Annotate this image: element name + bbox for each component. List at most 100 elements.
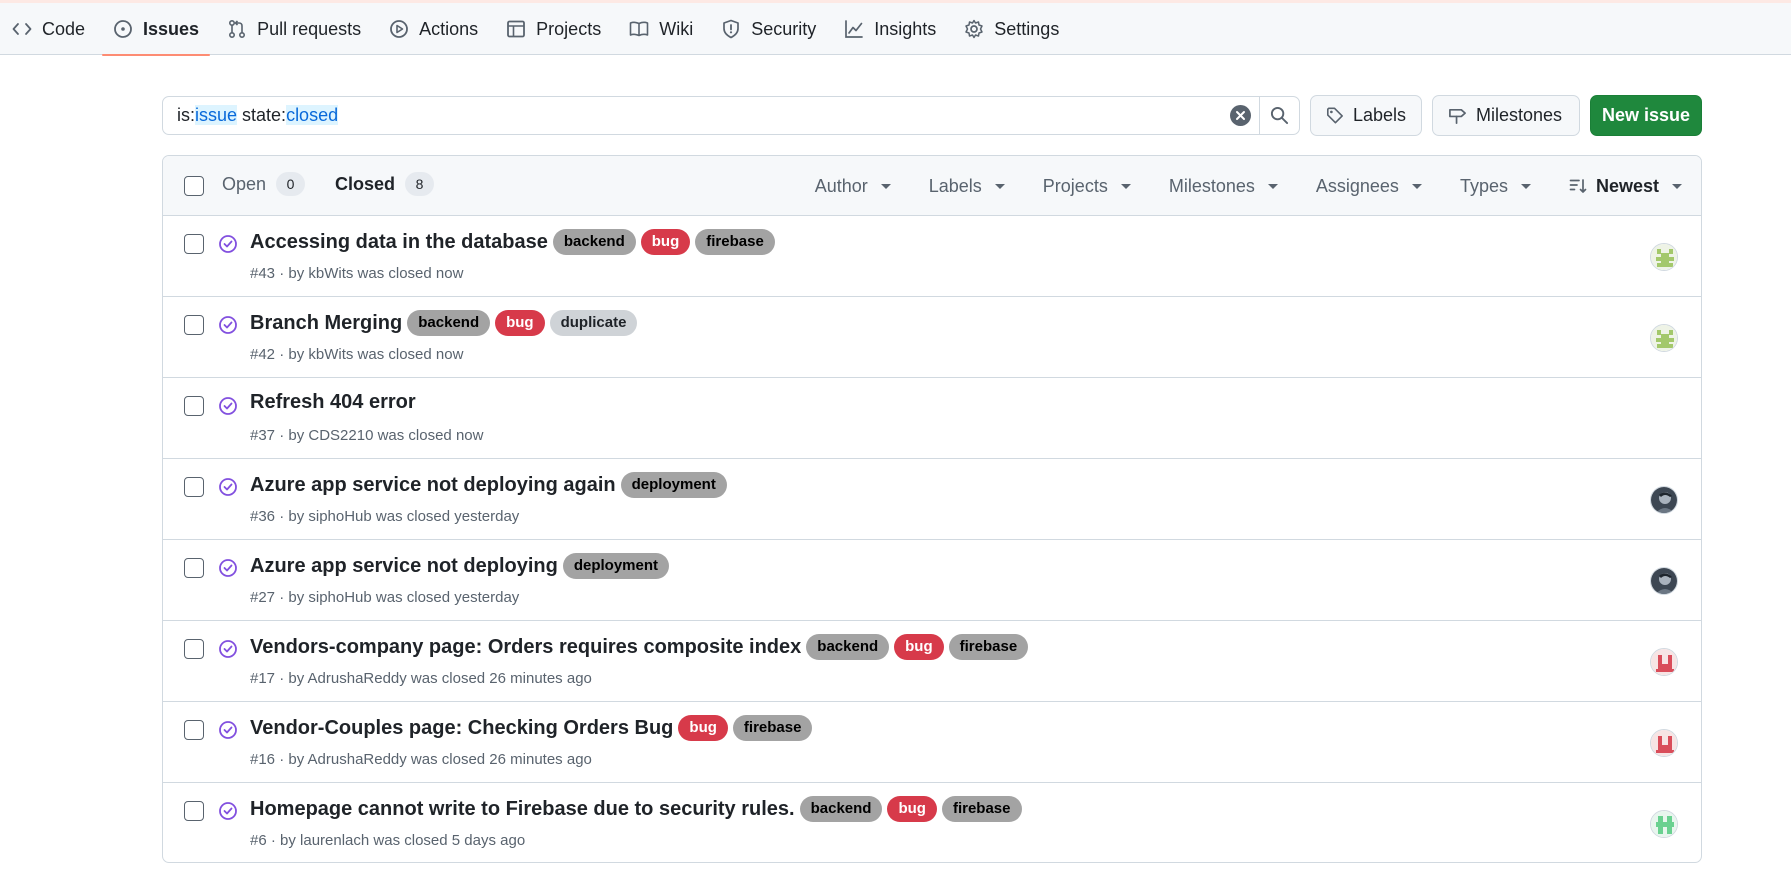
assignee-avatar[interactable]: [1650, 648, 1678, 676]
issue-checkbox[interactable]: [184, 315, 204, 335]
issue-closed-icon: [218, 558, 238, 578]
issue-title-link[interactable]: Azure app service not deploying again: [250, 474, 616, 497]
issue-closed-icon: [218, 639, 238, 659]
issue-title-link[interactable]: Vendor-Couples page: Checking Orders Bug: [250, 717, 673, 740]
label-deployment[interactable]: deployment: [562, 553, 670, 579]
assignee-avatar[interactable]: [1650, 324, 1678, 352]
label-bug[interactable]: bug: [887, 796, 937, 822]
assignee-avatar[interactable]: [1650, 486, 1678, 514]
tab-label: Issues: [143, 18, 200, 39]
label-backend[interactable]: backend: [552, 229, 636, 255]
label-firebase[interactable]: firebase: [695, 229, 775, 255]
tab-security[interactable]: Security: [707, 3, 830, 55]
issue-meta: #16 · by AdrushaReddy was closed 26 minu…: [250, 751, 592, 768]
tab-issues[interactable]: Issues: [99, 3, 213, 56]
label-duplicate[interactable]: duplicate: [549, 310, 638, 336]
issue-checkbox[interactable]: [184, 801, 204, 821]
search-input[interactable]: is:issue state:closed: [163, 105, 1230, 126]
assignee-avatar[interactable]: [1650, 243, 1678, 271]
tab-projects[interactable]: Projects: [492, 3, 615, 55]
clear-search-icon[interactable]: [1230, 105, 1251, 126]
code-icon: [12, 19, 32, 39]
issue-title-link[interactable]: Azure app service not deploying: [250, 555, 558, 578]
issue-meta: #6 · by laurenlach was closed 5 days ago: [250, 832, 526, 849]
issue-title-link[interactable]: Accessing data in the database: [250, 231, 548, 254]
search-button[interactable]: [1259, 97, 1299, 134]
graph-icon: [844, 19, 864, 39]
issue-title-line: Accessing data in the database backend bug…: [250, 229, 780, 255]
issue-row[interactable]: Homepage cannot write to Firebase due to…: [163, 783, 1701, 862]
new-issue-button[interactable]: New issue: [1590, 95, 1702, 136]
open-label: Open: [222, 173, 267, 194]
filter-projects[interactable]: Projects: [1024, 176, 1150, 197]
closed-issues-toggle[interactable]: Closed 8: [335, 172, 435, 196]
label-firebase[interactable]: firebase: [948, 634, 1029, 660]
label-firebase[interactable]: firebase: [941, 796, 1022, 822]
issue-checkbox[interactable]: [184, 396, 204, 416]
milestones-button[interactable]: Milestones: [1432, 95, 1580, 136]
label-bug[interactable]: bug: [495, 310, 545, 336]
tab-insights[interactable]: Insights: [830, 3, 950, 55]
tab-label: Wiki: [659, 18, 694, 39]
sort-dropdown[interactable]: Newest: [1550, 176, 1701, 197]
label-backend[interactable]: backend: [806, 634, 890, 660]
tab-wiki[interactable]: Wiki: [615, 3, 707, 55]
issue-row[interactable]: Vendor-Couples page: Checking Orders Bug…: [163, 702, 1701, 783]
tab-code[interactable]: Code: [10, 3, 99, 55]
issue-title-line: Branch Merging backend bug duplicate: [250, 310, 642, 336]
tab-pull-requests[interactable]: Pull requests: [213, 3, 375, 55]
label-backend[interactable]: backend: [407, 310, 491, 336]
filter-labels[interactable]: Labels: [910, 176, 1024, 197]
issue-search[interactable]: is:issue state:closed: [162, 96, 1300, 135]
issue-checkbox[interactable]: [184, 234, 204, 254]
issue-row[interactable]: Accessing data in the database backend bug…: [163, 216, 1701, 297]
triangle-down-icon: [994, 183, 1005, 189]
issue-row[interactable]: Refresh 404 error #37 · by CDS2210 was cl…: [163, 378, 1701, 459]
assignee-avatar[interactable]: [1650, 567, 1678, 595]
open-issues-toggle[interactable]: Open 0: [222, 172, 306, 196]
search-query-is: is:: [177, 105, 195, 125]
filter-author[interactable]: Author: [796, 176, 910, 197]
issue-row[interactable]: Vendors-company page: Orders requires co…: [163, 621, 1701, 702]
issue-checkbox[interactable]: [184, 558, 204, 578]
tab-actions[interactable]: Actions: [375, 3, 492, 55]
issue-checkbox[interactable]: [184, 639, 204, 659]
label-firebase[interactable]: firebase: [732, 715, 813, 741]
label-bug[interactable]: bug: [640, 229, 691, 255]
label-deployment[interactable]: deployment: [620, 472, 727, 498]
issue-row[interactable]: Azure app service not deploying deploymen…: [163, 540, 1701, 621]
issue-row[interactable]: Azure app service not deploying again dep…: [163, 459, 1701, 540]
issue-closed-icon: [218, 234, 238, 254]
triangle-down-icon: [1120, 183, 1131, 189]
issue-title-link[interactable]: Vendors-company page: Orders requires co…: [250, 636, 801, 659]
tag-icon: [1326, 107, 1343, 124]
issue-row[interactable]: Branch Merging backend bug duplicate #42 · b…: [163, 297, 1701, 378]
triangle-down-icon: [1267, 183, 1278, 189]
assignee-avatar[interactable]: [1650, 810, 1678, 838]
filter-types[interactable]: Types: [1441, 176, 1550, 197]
issue-checkbox[interactable]: [184, 477, 204, 497]
tab-label: Projects: [536, 18, 602, 39]
filter-milestones[interactable]: Milestones: [1150, 176, 1297, 197]
label-backend[interactable]: backend: [799, 796, 883, 822]
search-query-state: state:: [237, 105, 287, 125]
sort-label: Newest: [1595, 175, 1659, 196]
issue-closed-icon: [218, 477, 238, 497]
select-all-checkbox[interactable]: [184, 176, 204, 196]
search-icon: [1270, 106, 1289, 125]
issue-title-link[interactable]: Homepage cannot write to Firebase due to…: [250, 798, 795, 821]
triangle-down-icon: [1411, 183, 1422, 189]
label-bug[interactable]: bug: [894, 634, 944, 660]
issue-checkbox[interactable]: [184, 720, 204, 740]
issue-meta: #17 · by AdrushaReddy was closed 26 minu…: [250, 670, 592, 687]
issue-meta: #36 · by siphoHub was closed yesterday: [250, 508, 520, 525]
git-pull-request-icon: [227, 19, 247, 39]
issue-title-link[interactable]: Refresh 404 error: [250, 391, 416, 414]
labels-button[interactable]: Labels: [1310, 95, 1422, 136]
label-bug[interactable]: bug: [678, 715, 728, 741]
filter-assignees[interactable]: Assignees: [1297, 176, 1441, 197]
tab-settings[interactable]: Settings: [950, 3, 1073, 55]
assignee-avatar[interactable]: [1650, 729, 1678, 757]
issue-title-link[interactable]: Branch Merging: [250, 312, 402, 335]
issue-closed-icon: [218, 315, 238, 335]
